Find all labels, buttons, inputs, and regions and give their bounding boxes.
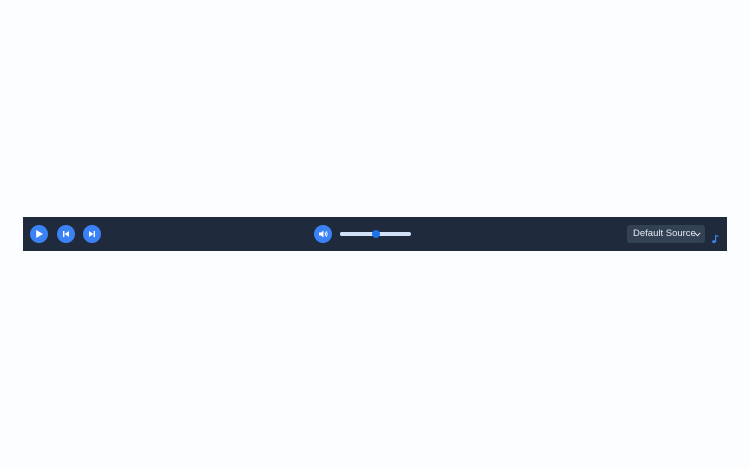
skip-next-icon xyxy=(87,229,97,239)
play-icon xyxy=(34,229,44,239)
source-select-value: Default Source xyxy=(633,228,696,239)
music-note-icon xyxy=(711,229,719,243)
volume-slider-fill xyxy=(340,232,376,236)
media-player-bar: Default Source xyxy=(23,217,727,251)
volume-slider[interactable] xyxy=(340,228,411,240)
volume-button[interactable] xyxy=(314,225,332,243)
next-track-button[interactable] xyxy=(83,225,101,243)
play-button[interactable] xyxy=(30,225,48,243)
previous-track-button[interactable] xyxy=(57,225,75,243)
skip-previous-icon xyxy=(61,229,71,239)
chevron-down-icon xyxy=(694,225,701,243)
volume-icon xyxy=(318,229,329,239)
volume-slider-thumb[interactable] xyxy=(371,230,380,238)
source-select[interactable]: Default Source xyxy=(627,225,705,243)
